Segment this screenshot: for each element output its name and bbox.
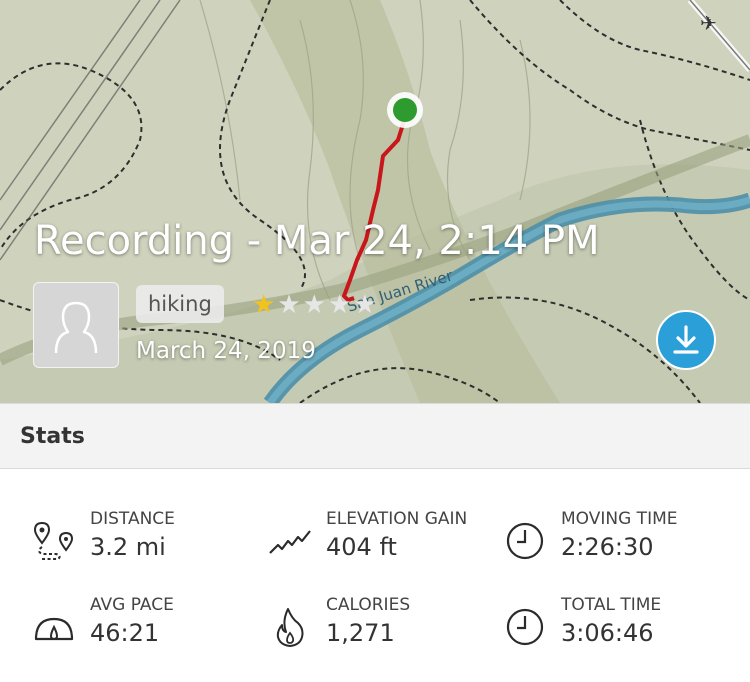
activity-hero: San Juan River ✈ Recording - Mar 24, 2:1… [0, 0, 750, 403]
stat-elevation-gain: ELEVATION GAIN 404 ft [268, 509, 508, 579]
stat-moving-time-value: 2:26:30 [561, 533, 654, 561]
star-filled-icon[interactable]: ★ [252, 290, 277, 320]
stat-elevation-value: 404 ft [326, 533, 397, 561]
activity-date: March 24, 2019 [136, 338, 316, 364]
star-empty-icon[interactable]: ★ [328, 290, 353, 320]
route-icon [33, 521, 74, 560]
avatar[interactable] [33, 282, 119, 368]
stat-moving-time-label: MOVING TIME [561, 509, 678, 529]
stat-elevation-label: ELEVATION GAIN [326, 509, 468, 529]
stats-section-header: Stats [0, 403, 750, 469]
stat-calories-value: 1,271 [326, 619, 395, 647]
start-marker [387, 92, 423, 128]
star-empty-icon[interactable]: ★ [277, 290, 302, 320]
stat-avg-pace-label: AVG PACE [90, 595, 174, 615]
stat-total-time-label: TOTAL TIME [561, 595, 662, 615]
stats-heading: Stats [20, 424, 85, 449]
stats-grid: DISTANCE 3.2 mi ELEVATION GAIN 404 ft MO… [0, 469, 750, 682]
stat-moving-time: MOVING TIME 2:26:30 [503, 509, 743, 579]
stat-distance-label: DISTANCE [90, 509, 175, 529]
elevation-icon [269, 530, 311, 554]
stat-calories-label: CALORIES [326, 595, 411, 615]
stat-avg-pace-value: 46:21 [90, 619, 160, 647]
user-placeholder-icon [54, 301, 98, 354]
clock-icon [506, 608, 544, 646]
star-empty-icon[interactable]: ★ [303, 290, 328, 320]
download-button[interactable] [656, 310, 716, 370]
stat-distance: DISTANCE 3.2 mi [32, 509, 272, 579]
clock-icon [506, 522, 544, 560]
activity-type-tag[interactable]: hiking [136, 285, 224, 323]
stat-avg-pace: AVG PACE 46:21 [32, 595, 272, 665]
stat-total-time: TOTAL TIME 3:06:46 [503, 595, 743, 665]
svg-text:✈: ✈ [700, 11, 717, 35]
stat-distance-value: 3.2 mi [90, 533, 166, 561]
star-empty-icon[interactable]: ★ [353, 290, 378, 320]
download-icon [673, 325, 699, 354]
activity-title: Recording - Mar 24, 2:14 PM [34, 218, 600, 264]
flame-icon [276, 608, 304, 647]
stat-calories: CALORIES 1,271 [268, 595, 508, 665]
rating-stars[interactable]: ★★★★★ [252, 290, 379, 320]
stat-total-time-value: 3:06:46 [561, 619, 654, 647]
speedometer-icon [34, 617, 74, 641]
